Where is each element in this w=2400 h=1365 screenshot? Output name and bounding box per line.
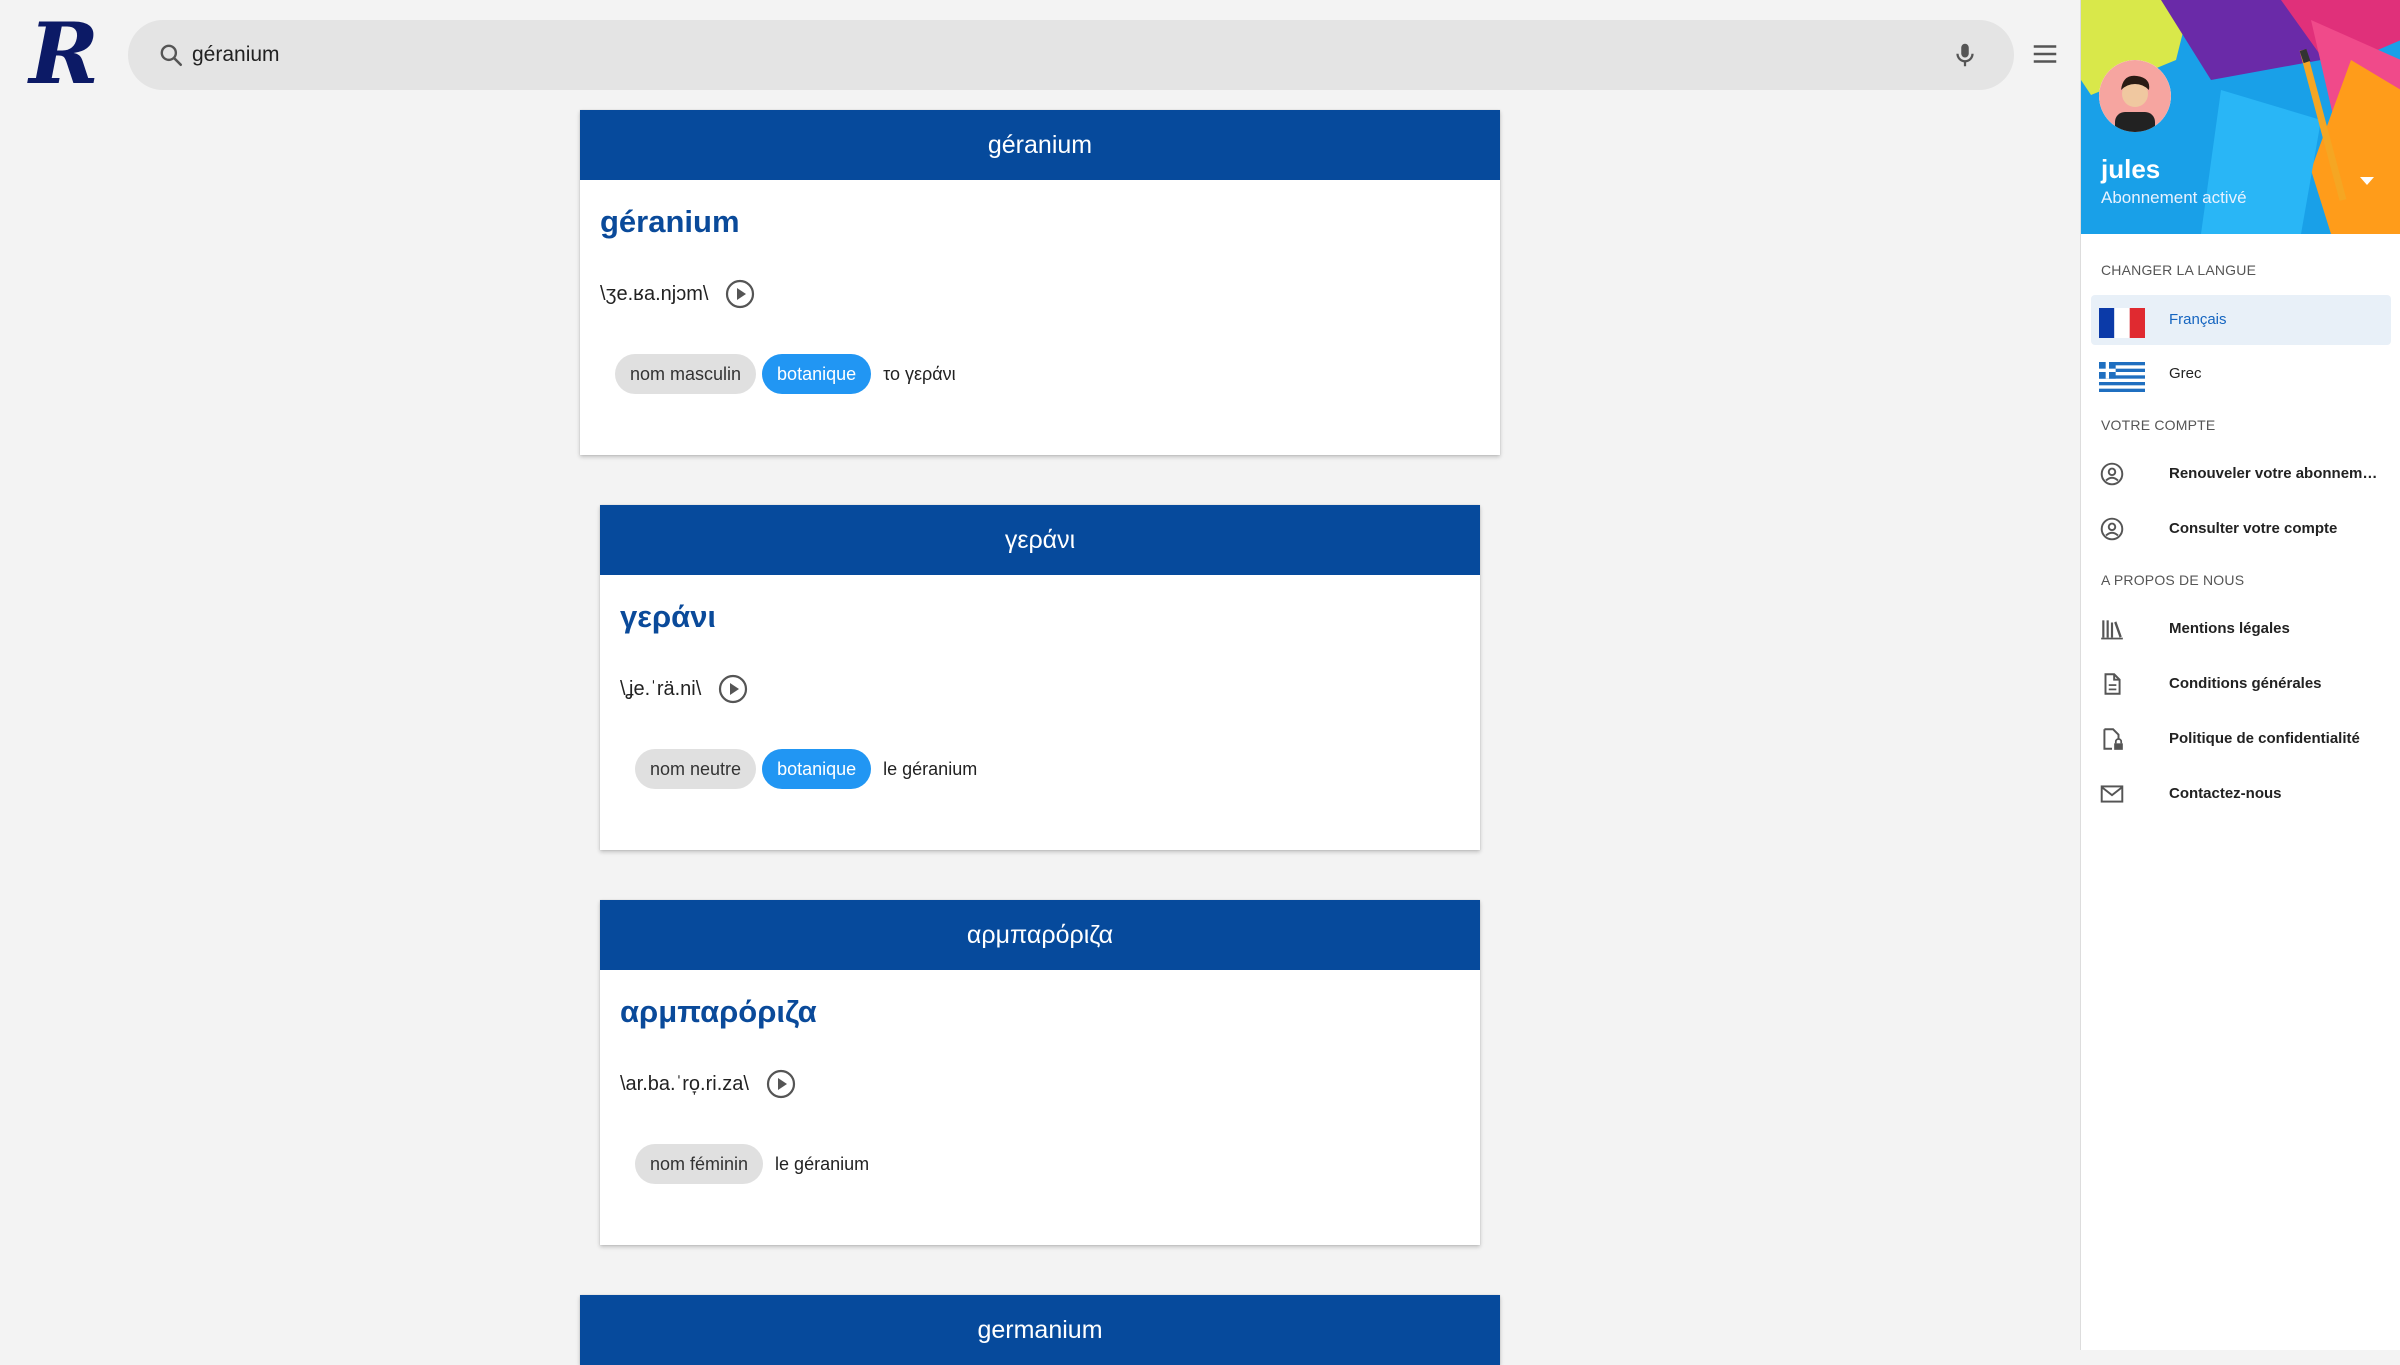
entry-card-header: γεράνι [600, 505, 1480, 575]
account-circle-icon [2100, 517, 2124, 541]
entry-card-header: géranium [580, 110, 1500, 180]
subscription-status: Abonnement activé [2101, 188, 2247, 207]
tag-chip[interactable]: botanique [762, 354, 872, 394]
entry-card: γεράνι γεράνι \ʝe.ˈrä.ni\ nom neutre bot… [600, 505, 1480, 850]
tag-chip[interactable]: nom féminin [635, 1144, 764, 1184]
language-item-francais[interactable]: Français [2091, 295, 2391, 345]
greece-flag-icon [2099, 362, 2145, 392]
account-refresh-icon [2100, 462, 2124, 486]
entry-card-header: αρμπαρόριζα [600, 900, 1480, 970]
pronunciation-text: \ʒe.ʁa.njɔm\ [600, 282, 709, 305]
entry-tags: nom neutre botanique le géranium [635, 749, 977, 789]
language-label: Français [2169, 311, 2227, 328]
section-title-account: VOTRE COMPTE [2101, 417, 2216, 433]
translation-text: το γεράνι [883, 363, 956, 384]
language-label: Grec [2169, 365, 2202, 382]
language-item-grec[interactable]: Grec [2091, 349, 2391, 399]
menu-item-terms[interactable]: Conditions générales [2091, 659, 2391, 709]
document-icon [2104, 673, 2121, 695]
menu-item-view-account[interactable]: Consulter votre compte [2091, 504, 2391, 554]
translation-text: le géranium [775, 1153, 870, 1174]
avatar [2099, 60, 2171, 132]
menu-item-label: Contactez-nous [2169, 785, 2282, 802]
pronunciation-text: \ʝe.ˈrä.ni\ [620, 677, 702, 700]
pronunciation-text: \ar.ba.ˈro̞.ri.za\ [620, 1072, 749, 1095]
play-audio-icon[interactable] [765, 1068, 797, 1100]
entry-headword: αρμπαρόριζα [620, 994, 817, 1029]
france-flag-icon [2099, 308, 2145, 338]
play-audio-icon[interactable] [724, 278, 756, 310]
menu-item-renew-subscription[interactable]: Renouveler votre abonnement [2091, 449, 2391, 499]
mail-icon [2100, 785, 2124, 803]
menu-item-label: Conditions générales [2169, 675, 2322, 692]
entry-headword: géranium [600, 204, 740, 239]
search-bar [128, 20, 2014, 90]
translation-text: le géranium [883, 758, 978, 779]
pronunciation: \ʝe.ˈrä.ni\ [620, 673, 749, 705]
menu-item-contact[interactable]: Contactez-nous [2091, 769, 2391, 819]
tag-chip[interactable]: nom neutre [635, 749, 757, 789]
pronunciation: \ar.ba.ˈro̞.ri.za\ [620, 1068, 797, 1100]
section-title-about: A PROPOS DE NOUS [2101, 572, 2245, 588]
file-lock-icon [2103, 728, 2123, 750]
menu-item-label: Consulter votre compte [2169, 520, 2338, 537]
microphone-icon[interactable] [1950, 40, 1980, 70]
search-input[interactable] [192, 32, 1892, 78]
entry-card: géranium géranium \ʒe.ʁa.njɔm\ nom mascu… [580, 110, 1500, 455]
pronunciation: \ʒe.ʁa.njɔm\ [600, 278, 756, 310]
menu-item-label: Politique de confidentialité [2169, 730, 2360, 747]
menu-item-legal-notice[interactable]: Mentions légales [2091, 604, 2391, 654]
play-audio-icon[interactable] [717, 673, 749, 705]
entry-tags: nom masculin botanique το γεράνι [615, 354, 956, 394]
search-icon [160, 44, 183, 67]
hamburger-menu-icon[interactable] [2030, 39, 2060, 69]
entry-tags: nom féminin le géranium [635, 1144, 869, 1184]
entry-card-header: germanium [580, 1295, 1500, 1365]
side-panel: jules Abonnement activé CHANGER LA LANGU… [2080, 0, 2400, 1350]
user-name: jules [2101, 154, 2161, 184]
entry-card: germanium [580, 1295, 1500, 1365]
menu-item-privacy-policy[interactable]: Politique de confidentialité [2091, 714, 2391, 764]
menu-item-label: Renouveler votre abonnement [2169, 465, 2384, 482]
avatar-illustration [2099, 60, 2171, 132]
chevron-down-icon[interactable] [2359, 176, 2375, 186]
profile-banner[interactable]: jules Abonnement activé [2081, 0, 2400, 234]
menu-item-label: Mentions légales [2169, 620, 2290, 637]
tag-chip[interactable]: nom masculin [615, 354, 757, 394]
section-title-language: CHANGER LA LANGUE [2101, 262, 2257, 278]
app-logo[interactable]: R [14, 12, 114, 96]
entry-headword: γεράνι [620, 599, 717, 634]
tag-chip[interactable]: botanique [762, 749, 872, 789]
library-icon [2101, 620, 2123, 640]
entry-card: αρμπαρόριζα αρμπαρόριζα \ar.ba.ˈro̞.ri.z… [600, 900, 1480, 1245]
